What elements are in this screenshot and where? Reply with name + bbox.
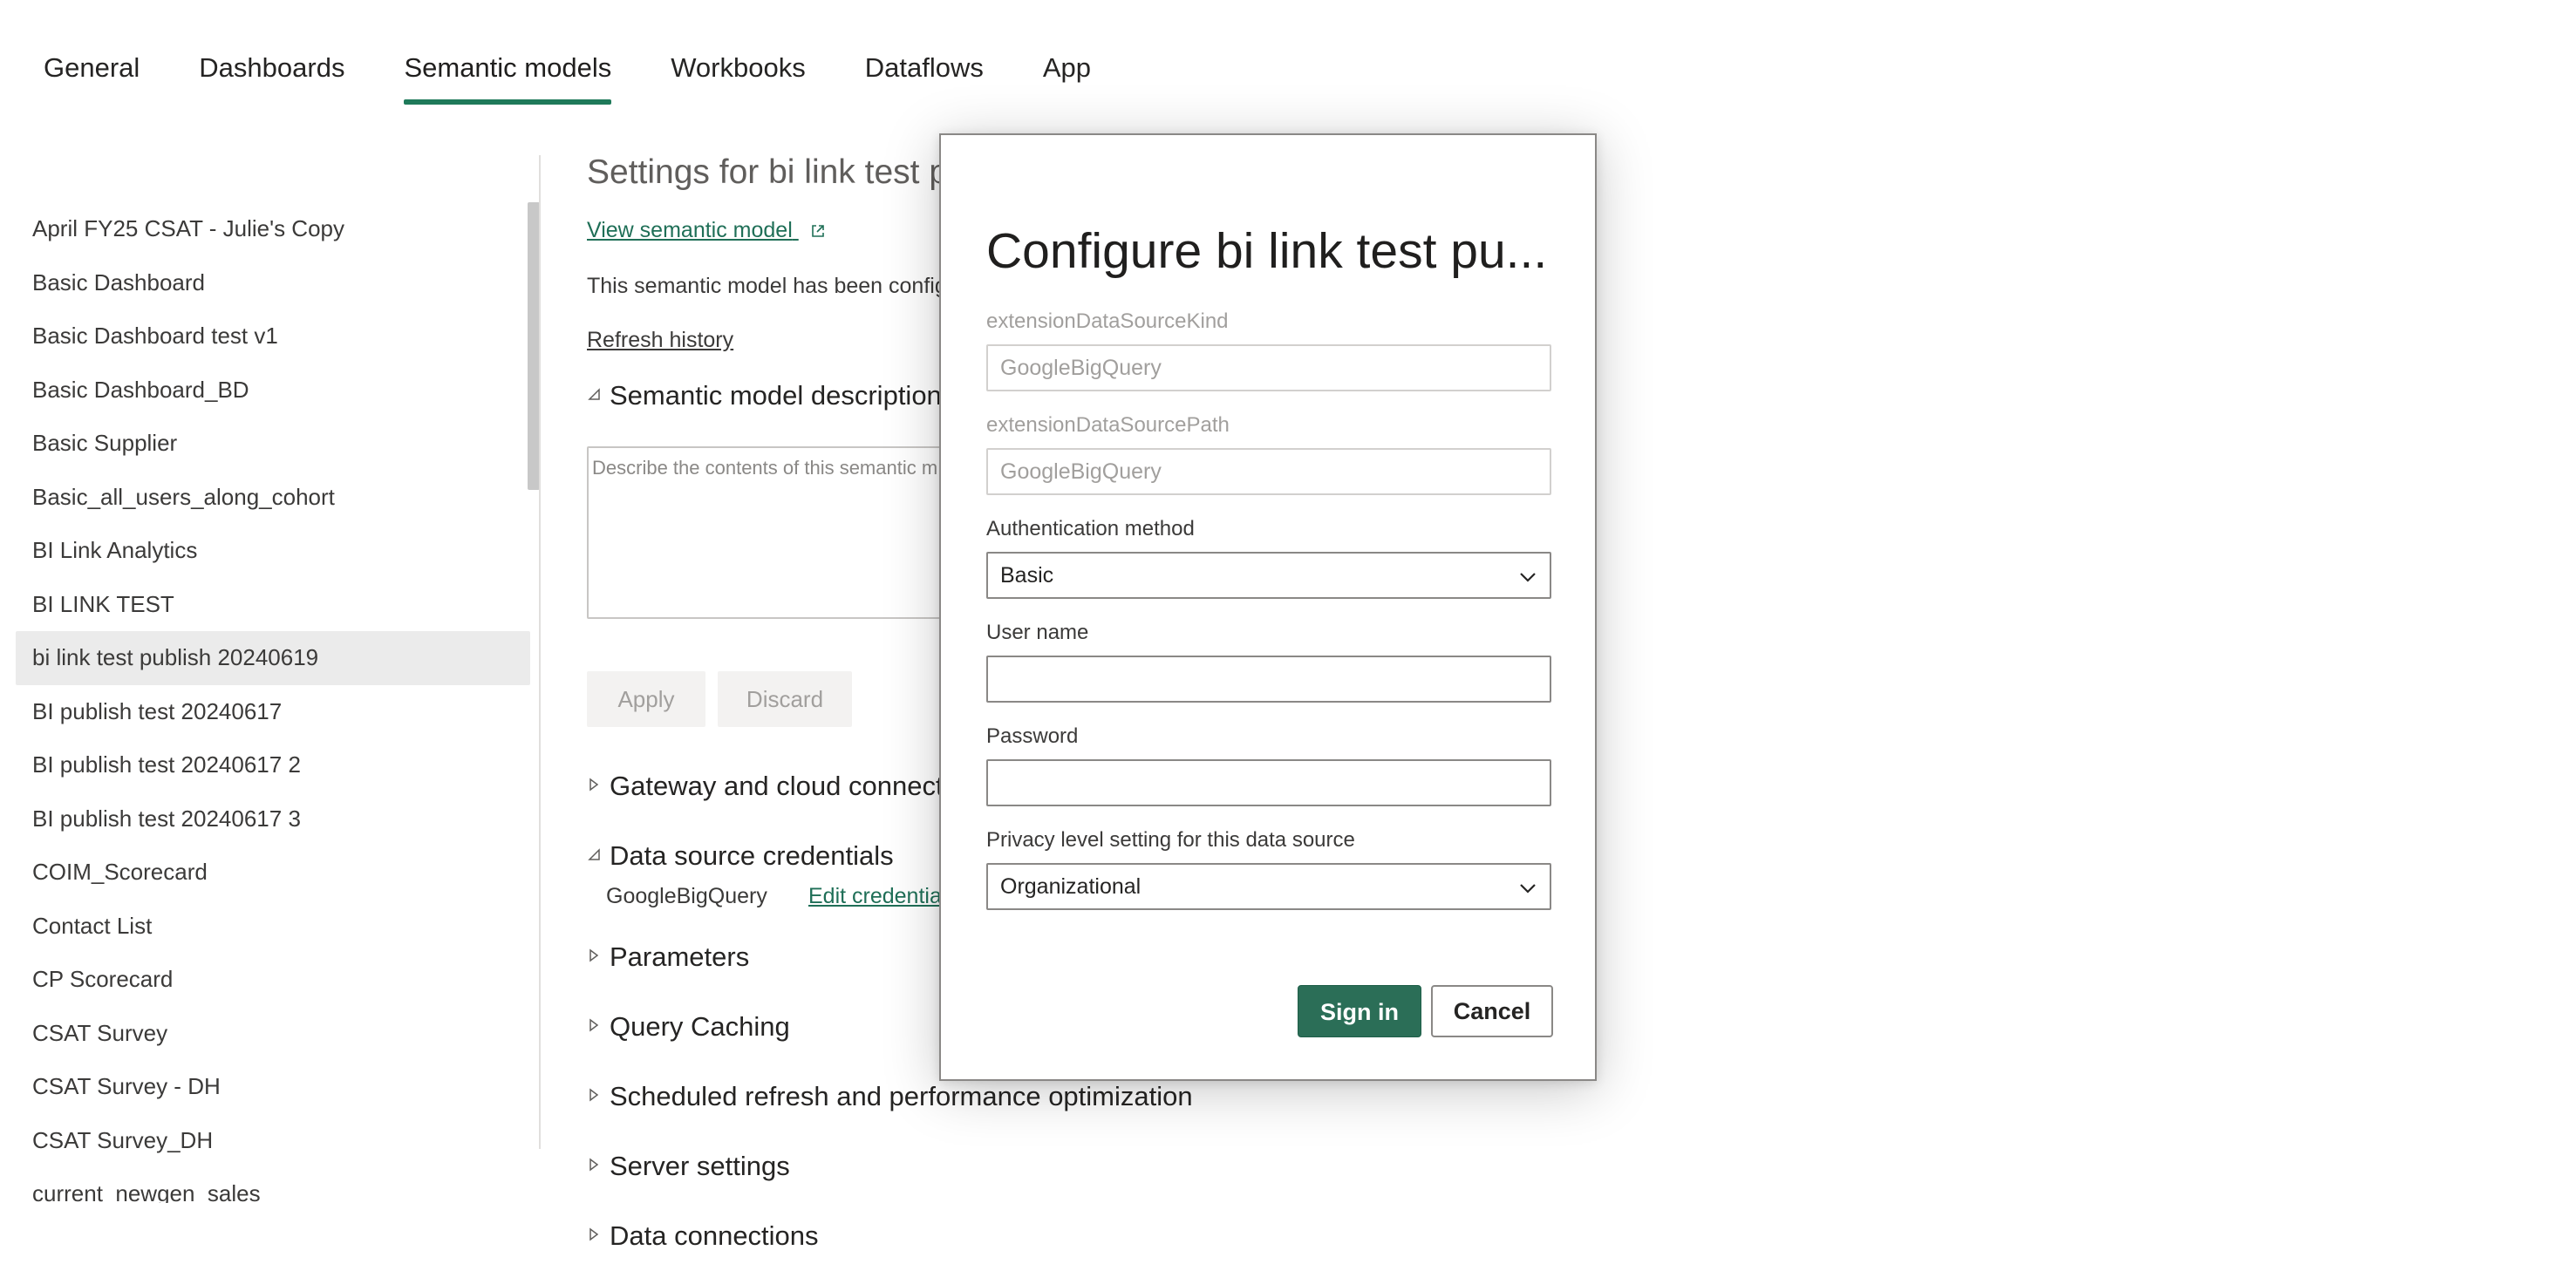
sidebar-item[interactable]: BI publish test 20240617 2	[16, 738, 530, 792]
caret-expanded-icon	[588, 848, 600, 860]
section-server-settings[interactable]: Server settings	[587, 1151, 790, 1182]
password-field[interactable]	[986, 759, 1551, 806]
configuration-status-text: This semantic model has been configu	[587, 274, 959, 298]
view-semantic-model-link[interactable]: View semantic model	[587, 218, 825, 243]
section-parameters[interactable]: Parameters	[587, 941, 749, 973]
sidebar-item[interactable]: Basic Dashboard	[16, 256, 530, 310]
kind-field: GoogleBigQuery	[986, 344, 1551, 391]
section-label: Data connections	[610, 1220, 819, 1251]
credential-source-name: GoogleBigQuery	[606, 884, 767, 908]
path-field: GoogleBigQuery	[986, 448, 1551, 495]
sidebar-item[interactable]: Basic_all_users_along_cohort	[16, 471, 530, 525]
sidebar-item[interactable]: current_newgen_sales	[16, 1167, 530, 1203]
semantic-model-list: April FY25 CSAT - Julie's Copy Basic Das…	[16, 202, 530, 1203]
sidebar-scrollbar-thumb[interactable]	[528, 202, 540, 490]
caret-collapsed-icon	[589, 1018, 599, 1032]
sidebar-divider	[539, 155, 541, 1149]
configure-dialog: Configure bi link test pu... extensionDa…	[939, 133, 1597, 1081]
section-gateway[interactable]: Gateway and cloud connect	[587, 771, 944, 802]
cancel-button[interactable]: Cancel	[1431, 985, 1553, 1037]
privacy-level-label: Privacy level setting for this data sour…	[986, 828, 1355, 852]
section-label: Scheduled refresh and performance optimi…	[610, 1081, 1193, 1111]
refresh-history-link[interactable]: Refresh history	[587, 328, 733, 353]
sidebar-item[interactable]: Basic Supplier	[16, 417, 530, 471]
caret-collapsed-icon	[589, 1088, 599, 1102]
auth-method-select[interactable]: Basic	[986, 552, 1551, 599]
caret-collapsed-icon	[589, 778, 599, 792]
sidebar-item[interactable]: CSAT Survey_DH	[16, 1114, 530, 1168]
tab-dashboards[interactable]: Dashboards	[199, 45, 344, 106]
path-label: extensionDataSourcePath	[986, 413, 1230, 437]
section-label: Semantic model description	[610, 380, 942, 411]
section-label: Query Caching	[610, 1011, 790, 1042]
section-data-connections[interactable]: Data connections	[587, 1220, 819, 1252]
section-query-caching[interactable]: Query Caching	[587, 1011, 790, 1043]
sidebar-item[interactable]: BI Link Analytics	[16, 524, 530, 578]
sidebar-item[interactable]: CSAT Survey	[16, 1007, 530, 1061]
kind-label: extensionDataSourceKind	[986, 309, 1229, 333]
auth-method-value: Basic	[1000, 563, 1054, 588]
view-semantic-model-label: View semantic model	[587, 218, 793, 242]
settings-title: Settings for bi link test pu	[587, 153, 967, 191]
sidebar-item[interactable]: CP Scorecard	[16, 953, 530, 1007]
password-label: Password	[986, 724, 1079, 748]
section-label: Data source credentials	[610, 840, 894, 871]
section-label: Server settings	[610, 1151, 790, 1181]
sidebar-item[interactable]: April FY25 CSAT - Julie's Copy	[16, 202, 530, 256]
username-label: User name	[986, 621, 1089, 644]
sidebar-item[interactable]: BI LINK TEST	[16, 578, 530, 632]
edit-credentials-link[interactable]: Edit credentials	[808, 884, 957, 909]
sign-in-button[interactable]: Sign in	[1298, 985, 1421, 1037]
sidebar-item-selected[interactable]: bi link test publish 20240619	[16, 631, 530, 685]
external-link-icon	[811, 225, 824, 238]
discard-button[interactable]: Discard	[718, 671, 852, 727]
caret-expanded-icon	[588, 388, 600, 400]
description-textarea[interactable]: Describe the contents of this semantic m	[587, 446, 988, 619]
dialog-title: Configure bi link test pu...	[986, 223, 1548, 279]
privacy-level-select[interactable]: Organizational	[986, 863, 1551, 910]
tab-general[interactable]: General	[44, 45, 140, 106]
privacy-level-value: Organizational	[1000, 874, 1141, 899]
chevron-down-icon	[1520, 884, 1536, 894]
tab-semantic-models[interactable]: Semantic models	[404, 45, 611, 106]
sidebar-item[interactable]: BI publish test 20240617	[16, 685, 530, 739]
section-data-source-credentials[interactable]: Data source credentials	[587, 840, 894, 872]
caret-collapsed-icon	[589, 1227, 599, 1241]
sidebar-item[interactable]: CSAT Survey - DH	[16, 1060, 530, 1114]
section-label: Parameters	[610, 941, 750, 972]
sidebar-item[interactable]: Contact List	[16, 900, 530, 954]
apply-button[interactable]: Apply	[587, 671, 705, 727]
username-field[interactable]	[986, 656, 1551, 703]
section-scheduled-refresh[interactable]: Scheduled refresh and performance optimi…	[587, 1081, 1193, 1112]
section-semantic-model-description[interactable]: Semantic model description	[587, 380, 942, 411]
auth-method-label: Authentication method	[986, 517, 1195, 540]
sidebar-item[interactable]: BI publish test 20240617 3	[16, 792, 530, 846]
caret-collapsed-icon	[589, 1158, 599, 1172]
chevron-down-icon	[1520, 573, 1536, 582]
caret-collapsed-icon	[589, 948, 599, 962]
sidebar-item[interactable]: Basic Dashboard test v1	[16, 309, 530, 364]
sidebar-item[interactable]: Basic Dashboard_BD	[16, 364, 530, 418]
sidebar-item[interactable]: COIM_Scorecard	[16, 846, 530, 900]
section-label: Gateway and cloud connect	[610, 771, 944, 801]
